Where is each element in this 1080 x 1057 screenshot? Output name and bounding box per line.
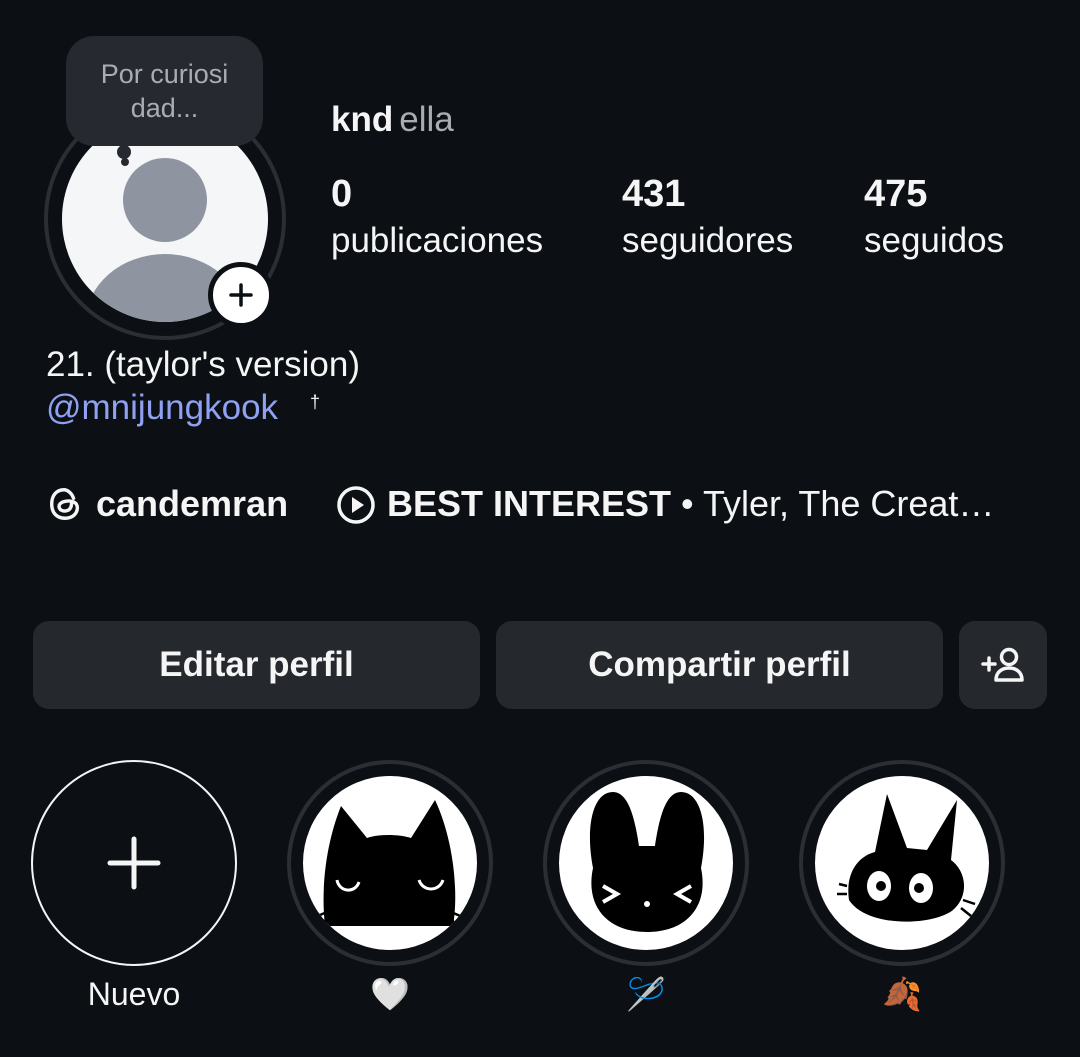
stat-followers-label: seguidores <box>622 221 794 260</box>
song-artist: • Tyler, The Creat… <box>671 483 995 524</box>
play-circle-icon <box>337 486 375 524</box>
edit-profile-button[interactable]: Editar perfil <box>33 621 480 709</box>
highlight-needle[interactable] <box>543 760 749 966</box>
profile-name-line: knd ella <box>331 100 454 140</box>
black-cat-jiji-icon <box>837 794 976 922</box>
stat-following[interactable]: 475 seguidos <box>864 172 1004 266</box>
song-title: BEST INTEREST <box>387 483 672 524</box>
stat-posts-label: publicaciones <box>331 221 544 260</box>
bio-mention-link[interactable]: @mnijungkook <box>46 386 278 430</box>
bio-cross-mark: † <box>310 392 321 412</box>
stat-posts-count: 0 <box>331 173 353 215</box>
discover-people-button[interactable] <box>959 621 1047 709</box>
share-profile-button[interactable]: Compartir perfil <box>496 621 943 709</box>
threads-icon[interactable] <box>46 485 84 523</box>
threads-handle[interactable]: candemran <box>96 481 288 527</box>
share-profile-label: Compartir perfil <box>588 645 851 684</box>
add-story-button[interactable] <box>208 262 274 328</box>
black-cat-sleepy-icon <box>312 800 466 929</box>
note-bubble[interactable]: Por curiosi dad... <box>66 36 263 146</box>
profile-music[interactable]: BEST INTEREST • Tyler, The Creat… <box>387 481 994 527</box>
note-bubble-tail <box>117 145 131 159</box>
highlight-label-new: Nuevo <box>87 976 181 1012</box>
stat-followers-count: 431 <box>622 173 686 215</box>
stat-posts[interactable]: 0 publicaciones <box>331 172 543 266</box>
highlight-label-leaf: 🍂 <box>882 976 922 1012</box>
bio-text: 21. (taylor's version) <box>46 345 361 384</box>
highlight-label-needle: 🪡 <box>626 976 666 1012</box>
highlight-cover <box>815 776 989 950</box>
highlight-label-heart: 🤍 <box>370 976 410 1012</box>
highlight-cover <box>303 776 477 950</box>
note-text: Por curiosi dad... <box>100 59 229 123</box>
highlight-heart[interactable] <box>287 760 493 966</box>
avatar-placeholder-head <box>123 158 207 242</box>
plus-icon <box>107 836 161 890</box>
edit-profile-label: Editar perfil <box>159 645 354 684</box>
note-bubble-tail-small <box>121 158 129 166</box>
username: knd <box>331 100 394 139</box>
plus-icon <box>229 283 253 307</box>
pronouns: ella <box>399 100 454 139</box>
black-cat-laughing-icon <box>589 792 705 932</box>
stat-followers[interactable]: 431 seguidores <box>622 172 793 266</box>
stat-following-count: 475 <box>864 173 928 215</box>
highlight-leaf[interactable] <box>799 760 1005 966</box>
add-person-icon <box>981 647 1024 682</box>
new-highlight-button[interactable] <box>31 760 237 966</box>
stat-following-label: seguidos <box>864 221 1005 260</box>
highlight-cover <box>559 776 733 950</box>
